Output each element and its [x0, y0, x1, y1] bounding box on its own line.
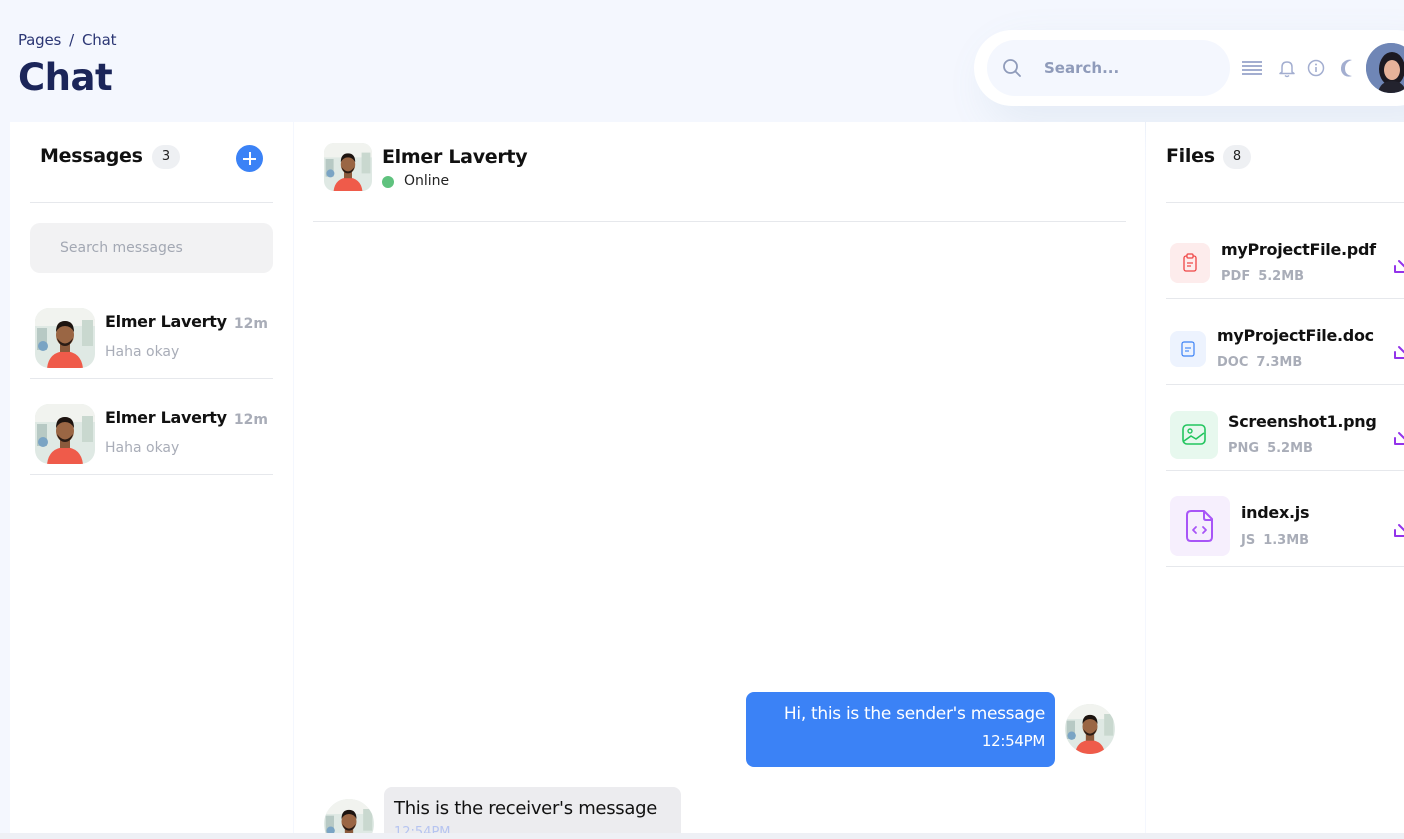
conversation-item[interactable]: Elmer Laverty 12m Haha okay: [30, 283, 273, 379]
message-text: This is the receiver's message: [394, 798, 657, 819]
file-size: 5.2MB: [1258, 269, 1305, 284]
message-text: Hi, this is the sender's message: [783, 704, 1045, 724]
messages-count-badge: 3: [152, 145, 180, 169]
file-item[interactable]: index.js JS 1.3MB: [1166, 471, 1404, 567]
contact-portrait-icon: [324, 143, 372, 191]
search-placeholder: Search...: [1044, 59, 1120, 77]
contact-portrait-icon: [1065, 704, 1115, 754]
sender-avatar: [1065, 704, 1115, 754]
file-name: index.js: [1241, 503, 1310, 522]
conversation-name: Elmer Laverty: [105, 408, 227, 427]
dark-mode-moon-icon[interactable]: [1336, 58, 1358, 78]
contact-avatar: [35, 308, 95, 368]
download-icon[interactable]: [1392, 336, 1404, 362]
messages-search-placeholder: Search messages: [60, 240, 183, 256]
download-icon[interactable]: [1392, 422, 1404, 448]
conversation-time: 12m: [233, 316, 268, 332]
file-size: 7.3MB: [1256, 355, 1303, 370]
messages-title: Messages: [40, 145, 143, 167]
files-count-badge: 8: [1223, 145, 1251, 169]
files-divider: [1166, 202, 1404, 203]
pdf-icon: [1170, 243, 1210, 283]
file-name: Screenshot1.png: [1228, 412, 1377, 431]
top-toolbar: Search...: [974, 30, 1404, 106]
file-item[interactable]: myProjectFile.pdf PDF 5.2MB: [1166, 213, 1404, 299]
bottom-edge: [0, 833, 1404, 839]
image-icon: [1170, 411, 1218, 459]
file-type: DOC: [1217, 355, 1249, 370]
global-search-input[interactable]: Search...: [987, 40, 1230, 96]
conversation-preview: Haha okay: [105, 440, 180, 456]
chat-panel: Elmer Laverty Online Hi, this is the sen…: [294, 122, 1145, 839]
file-name: myProjectFile.pdf: [1221, 240, 1376, 259]
file-item[interactable]: myProjectFile.doc DOC 7.3MB: [1166, 299, 1404, 385]
doc-icon: [1170, 331, 1206, 367]
conversation-preview: Haha okay: [105, 344, 180, 360]
bell-icon[interactable]: [1276, 58, 1298, 78]
menu-icon[interactable]: [1241, 58, 1263, 78]
messages-panel: Messages 3 Search messages Elmer Laverty…: [10, 122, 293, 839]
contact-portrait-icon: [35, 308, 95, 368]
online-status-dot: [382, 176, 394, 188]
files-title: Files: [1166, 145, 1215, 167]
conversation-item[interactable]: Elmer Laverty 12m Haha okay: [30, 379, 273, 475]
file-meta: PNG 5.2MB: [1228, 441, 1313, 456]
file-type: JS: [1241, 533, 1256, 548]
breadcrumb: Pages / Chat: [18, 31, 116, 49]
message-time: 12:54PM: [981, 732, 1045, 750]
file-type: PNG: [1228, 441, 1260, 456]
contact-avatar: [35, 404, 95, 464]
messages-divider: [30, 202, 273, 203]
chat-header-divider: [313, 221, 1126, 222]
info-icon[interactable]: [1305, 58, 1327, 78]
code-icon: [1170, 496, 1230, 556]
file-size: 1.3MB: [1263, 533, 1310, 548]
file-type: PDF: [1221, 269, 1251, 284]
download-icon[interactable]: [1392, 250, 1404, 276]
chat-contact-avatar[interactable]: [324, 143, 372, 191]
breadcrumb-pages[interactable]: Pages: [18, 31, 61, 49]
download-icon[interactable]: [1392, 514, 1404, 540]
online-status-text: Online: [404, 173, 450, 189]
user-portrait-icon: [1366, 43, 1404, 93]
conversation-name: Elmer Laverty: [105, 312, 227, 331]
file-meta: PDF 5.2MB: [1221, 269, 1304, 284]
file-meta: JS 1.3MB: [1241, 533, 1309, 548]
search-icon: [1003, 59, 1021, 77]
received-message-bubble[interactable]: This is the receiver's message 12:54PM: [384, 787, 681, 839]
new-message-button[interactable]: [236, 145, 263, 172]
conversation-time: 12m: [233, 412, 268, 428]
messages-search-input[interactable]: Search messages: [30, 223, 273, 273]
user-avatar[interactable]: [1366, 43, 1404, 93]
page-title: Chat: [18, 56, 113, 99]
file-name: myProjectFile.doc: [1217, 326, 1374, 345]
contact-portrait-icon: [35, 404, 95, 464]
sent-message-bubble[interactable]: Hi, this is the sender's message 12:54PM: [746, 692, 1055, 767]
breadcrumb-separator: /: [69, 31, 74, 49]
file-size: 5.2MB: [1267, 441, 1313, 456]
files-panel: Files 8 myProjectFile.pdf PDF 5.2MB myPro…: [1146, 122, 1404, 839]
chat-contact-name: Elmer Laverty: [382, 146, 528, 168]
breadcrumb-chat[interactable]: Chat: [82, 31, 116, 49]
file-item[interactable]: Screenshot1.png PNG 5.2MB: [1166, 385, 1404, 471]
file-meta: DOC 7.3MB: [1217, 355, 1302, 370]
